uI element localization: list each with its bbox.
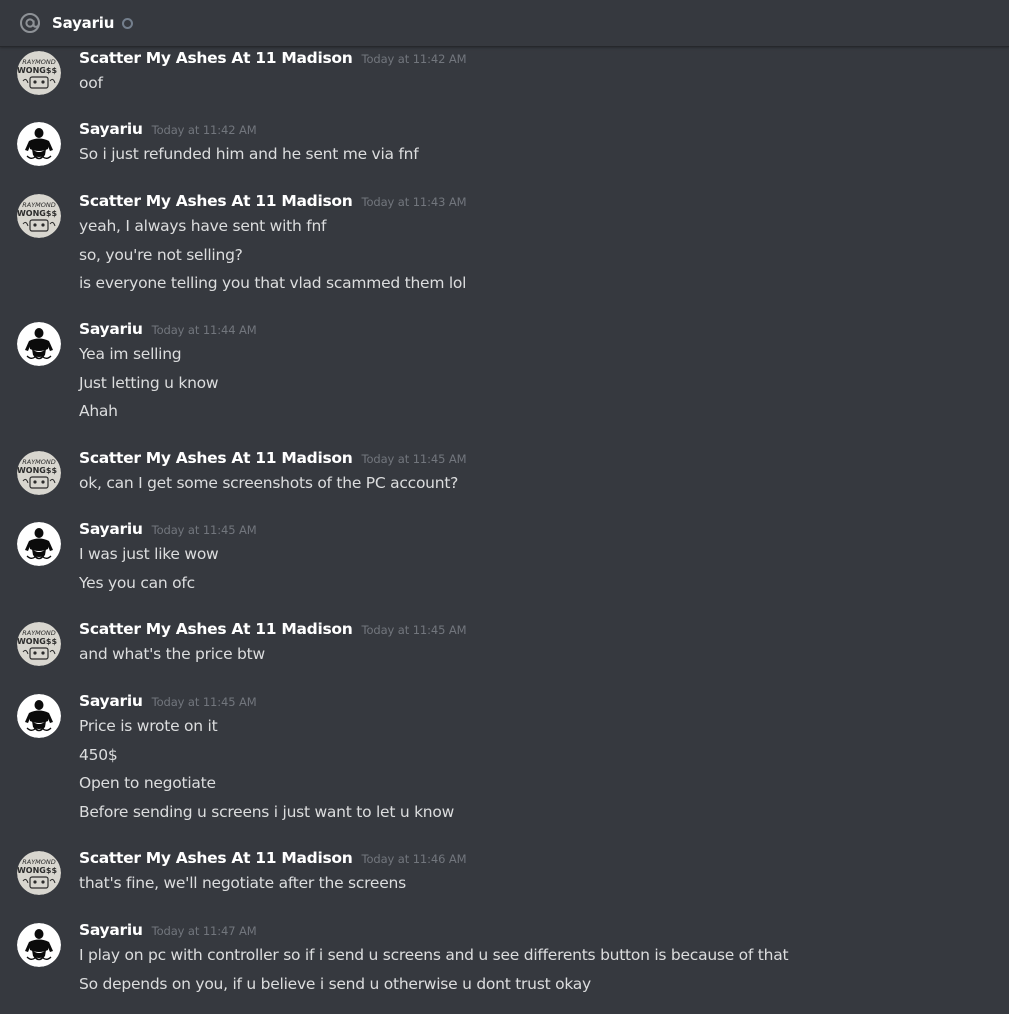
svg-text:RAYMOND: RAYMOND [22, 58, 56, 66]
message-timestamp: Today at 11:46 AM [361, 852, 467, 866]
svg-text:WONG$$: WONG$$ [17, 66, 57, 75]
raymond-wong-avatar[interactable]: RAYMOND WONG$$ [17, 851, 61, 895]
at-sign-icon [19, 12, 41, 34]
message-text: I was just like wow [79, 545, 219, 563]
message-header: Sayariu Today at 11:47 AM [79, 921, 257, 943]
message-timestamp: Today at 11:47 AM [151, 924, 257, 938]
username[interactable]: Sayariu [79, 320, 143, 338]
username[interactable]: Scatter My Ashes At 11 Madison [79, 49, 353, 67]
username[interactable]: Scatter My Ashes At 11 Madison [79, 620, 353, 638]
svg-text:WONG$$: WONG$$ [17, 209, 57, 218]
username[interactable]: Scatter My Ashes At 11 Madison [79, 192, 353, 210]
svg-text:WONG$$: WONG$$ [17, 866, 57, 875]
username[interactable]: Sayariu [79, 120, 143, 138]
message-header: Scatter My Ashes At 11 Madison Today at 1… [79, 49, 467, 71]
raymond-wong-avatar[interactable]: RAYMOND WONG$$ [17, 451, 61, 495]
message-timestamp: Today at 11:45 AM [151, 695, 257, 709]
offline-status-icon [122, 18, 134, 29]
message-timestamp: Today at 11:45 AM [361, 452, 467, 466]
username[interactable]: Scatter My Ashes At 11 Madison [79, 849, 353, 867]
message-list[interactable]: RAYMOND WONG$$ Scatter My Ashes At 11 Ma… [0, 49, 1009, 1014]
message-text: So i just refunded him and he sent me vi… [79, 145, 419, 163]
svg-text:RAYMOND: RAYMOND [22, 458, 56, 466]
message-text: I play on pc with controller so if i sen… [79, 946, 789, 964]
dm-window: Sayariu RAYMOND WONG$$ Scatter My Ashes … [0, 0, 1009, 1014]
message-text: Just letting u know [79, 373, 219, 392]
svg-text:RAYMOND: RAYMOND [22, 201, 56, 209]
svg-text:WONG$$: WONG$$ [17, 637, 57, 646]
message-text: so, you're not selling? [79, 245, 243, 264]
sayariu-avatar[interactable] [17, 122, 61, 166]
message-text: Ahah [79, 402, 118, 421]
channel-title: Sayariu [52, 14, 115, 32]
message-text: and what's the price btw [79, 645, 265, 663]
message-header: Sayariu Today at 11:45 AM [79, 692, 257, 714]
message-text: is everyone telling you that vlad scamme… [79, 274, 467, 293]
sayariu-avatar[interactable] [17, 522, 61, 566]
message-header: Scatter My Ashes At 11 Madison Today at 1… [79, 449, 467, 471]
message-text: oof [79, 74, 103, 92]
message-header: Sayariu Today at 11:42 AM [79, 120, 257, 142]
message-text: Yes you can ofc [79, 573, 195, 592]
svg-text:RAYMOND: RAYMOND [22, 629, 56, 637]
message-text: Yea im selling [79, 345, 182, 363]
sayariu-avatar[interactable] [17, 694, 61, 738]
channel-header: Sayariu [0, 0, 1009, 47]
sayariu-avatar[interactable] [17, 322, 61, 366]
message-timestamp: Today at 11:44 AM [151, 323, 257, 337]
svg-text:WONG$$: WONG$$ [17, 466, 57, 475]
username[interactable]: Scatter My Ashes At 11 Madison [79, 449, 353, 467]
message-header: Scatter My Ashes At 11 Madison Today at 1… [79, 849, 467, 871]
message-text: Price is wrote on it [79, 717, 218, 735]
username[interactable]: Sayariu [79, 921, 143, 939]
message-timestamp: Today at 11:45 AM [361, 623, 467, 637]
message-text: ok, can I get some screenshots of the PC… [79, 474, 459, 492]
message-text: Open to negotiate [79, 774, 216, 793]
svg-text:RAYMOND: RAYMOND [22, 858, 56, 866]
username[interactable]: Sayariu [79, 692, 143, 710]
message-header: Scatter My Ashes At 11 Madison Today at 1… [79, 192, 467, 214]
sayariu-avatar[interactable] [17, 923, 61, 967]
message-timestamp: Today at 11:43 AM [361, 195, 467, 209]
message-header: Sayariu Today at 11:45 AM [79, 520, 257, 542]
raymond-wong-avatar[interactable]: RAYMOND WONG$$ [17, 622, 61, 666]
message-text: 450$ [79, 745, 118, 764]
raymond-wong-avatar[interactable]: RAYMOND WONG$$ [17, 194, 61, 238]
message-header: Sayariu Today at 11:44 AM [79, 320, 257, 342]
message-timestamp: Today at 11:42 AM [151, 123, 257, 137]
message-text: that's fine, we'll negotiate after the s… [79, 874, 406, 892]
message-timestamp: Today at 11:45 AM [151, 523, 257, 537]
raymond-wong-avatar[interactable]: RAYMOND WONG$$ [17, 51, 61, 95]
message-text: Before sending u screens i just want to … [79, 803, 455, 822]
message-header: Scatter My Ashes At 11 Madison Today at 1… [79, 620, 467, 642]
message-text: yeah, I always have sent with fnf [79, 217, 327, 235]
message-text: So depends on you, if u believe i send u… [79, 974, 591, 993]
username[interactable]: Sayariu [79, 520, 143, 538]
message-timestamp: Today at 11:42 AM [361, 52, 467, 66]
